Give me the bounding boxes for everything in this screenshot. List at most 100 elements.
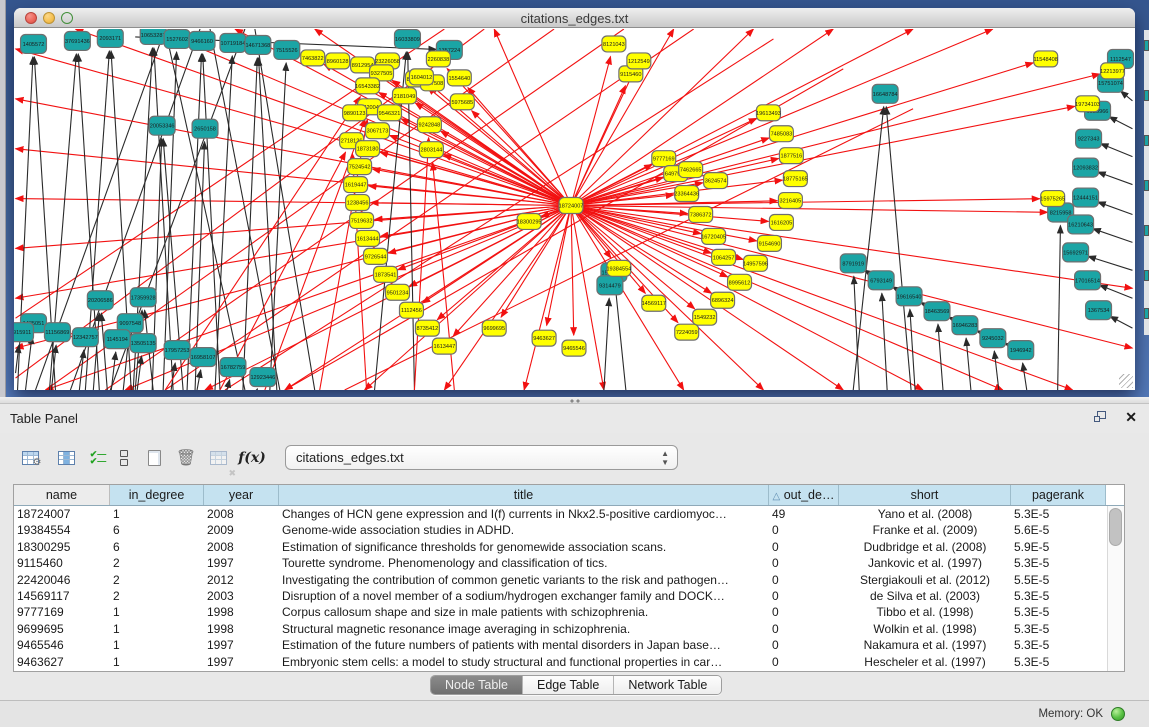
graph-node[interactable]: 12923446 bbox=[250, 368, 276, 387]
column-header-short[interactable]: short bbox=[839, 485, 1011, 505]
graph-node[interactable]: 20053346 bbox=[149, 116, 175, 135]
graph-node[interactable]: 1367534 bbox=[1086, 301, 1112, 320]
column-header-pagerank[interactable]: pagerank bbox=[1011, 485, 1106, 505]
window-titlebar[interactable]: citations_edges.txt bbox=[14, 8, 1135, 28]
window-resize-grip[interactable] bbox=[1119, 374, 1133, 388]
graph-node[interactable]: 2803144 bbox=[419, 142, 443, 158]
tab-network-table[interactable]: Network Table bbox=[614, 676, 721, 694]
table-row[interactable]: 1938455462009Genome-wide association stu… bbox=[14, 522, 1124, 538]
graph-node[interactable]: 14569117 bbox=[642, 295, 666, 311]
graph-node[interactable]: 1873180 bbox=[356, 141, 380, 157]
graph-node[interactable]: 16720405 bbox=[701, 228, 726, 244]
table-row[interactable]: 946554611997Estimation of the future num… bbox=[14, 637, 1124, 653]
graph-node[interactable]: 1112456 bbox=[399, 302, 423, 318]
graph-node[interactable]: 19616540 bbox=[896, 287, 922, 306]
table-row[interactable]: 1830029562008Estimation of significance … bbox=[14, 539, 1124, 555]
graph-node[interactable]: 3067173 bbox=[366, 123, 390, 139]
graph-node[interactable]: 1946942 bbox=[1008, 341, 1034, 360]
graph-node[interactable]: 7519632 bbox=[350, 212, 374, 228]
graph-node[interactable]: 1619447 bbox=[344, 177, 368, 193]
graph-node[interactable]: 2181049 bbox=[393, 88, 417, 104]
graph-node[interactable]: 17359928 bbox=[130, 288, 156, 307]
graph-node[interactable]: 18775165 bbox=[783, 171, 808, 187]
graph-node[interactable]: 7524542 bbox=[348, 159, 372, 175]
graph-node[interactable]: 9726544 bbox=[364, 248, 388, 264]
graph-node[interactable]: 14957596 bbox=[743, 255, 768, 271]
graph-node[interactable]: 7386372 bbox=[689, 207, 713, 223]
graph-node[interactable]: 12342757 bbox=[72, 328, 98, 347]
column-header-year[interactable]: year bbox=[204, 485, 279, 505]
graph-node[interactable]: 9699695 bbox=[482, 320, 506, 336]
graph-node[interactable]: 12444151 bbox=[1073, 188, 1099, 207]
graph-node[interactable]: 37691436 bbox=[64, 31, 90, 50]
graph-node[interactable]: 1554640 bbox=[447, 70, 471, 86]
delete-column-icon[interactable]: 🗑 bbox=[172, 442, 200, 474]
table-row[interactable]: 1456911722003Disruption of a novel membe… bbox=[14, 588, 1124, 604]
graph-node[interactable]: 1604012 bbox=[409, 69, 433, 85]
graph-node[interactable]: 1064257 bbox=[712, 249, 736, 265]
graph-node[interactable]: 7463822 bbox=[301, 50, 325, 66]
graph-node[interactable]: 8735412 bbox=[415, 320, 439, 336]
graph-node[interactable]: 10653287 bbox=[140, 29, 166, 44]
graph-node[interactable]: 1616205 bbox=[769, 214, 793, 230]
table-row[interactable]: 969969511998Structural magnetic resonanc… bbox=[14, 621, 1124, 637]
graph-node[interactable]: 9154690 bbox=[757, 235, 781, 251]
graph-node[interactable]: 23364436 bbox=[674, 186, 699, 202]
graph-node[interactable]: 1238456 bbox=[346, 195, 370, 211]
graph-node[interactable]: 19384554 bbox=[606, 260, 631, 276]
graph-node[interactable]: 11156869 bbox=[44, 323, 70, 342]
graph-node[interactable]: 1613447 bbox=[432, 338, 456, 354]
table-row[interactable]: 2242004622012Investigating the contribut… bbox=[14, 572, 1124, 588]
graph-node[interactable]: 7515526 bbox=[274, 40, 300, 59]
graph-node[interactable]: 2093171 bbox=[97, 29, 123, 47]
tab-node-table[interactable]: Node Table bbox=[431, 676, 523, 694]
graph-node[interactable]: 8995612 bbox=[728, 274, 752, 290]
graph-node[interactable]: 1877516 bbox=[779, 148, 803, 164]
graph-node[interactable]: 8791919 bbox=[840, 254, 866, 273]
table-row[interactable]: 977716911998Corpus callosum shape and si… bbox=[14, 604, 1124, 620]
graph-node[interactable]: 3915911 bbox=[14, 323, 33, 342]
network-select-dropdown[interactable]: citations_edges.txt ▲▼ bbox=[285, 445, 678, 470]
graph-node[interactable]: 9777169 bbox=[652, 151, 676, 167]
graph-node[interactable]: 19613493 bbox=[756, 105, 781, 121]
graph-node[interactable]: 19734103 bbox=[1075, 96, 1100, 112]
graph-node[interactable]: 16543382 bbox=[355, 78, 380, 94]
graph-node[interactable]: 13505135 bbox=[130, 334, 156, 353]
graph-node[interactable]: 17957253 bbox=[164, 341, 190, 360]
graph-node[interactable]: 15975265 bbox=[1040, 191, 1065, 207]
split-pane-divider[interactable] bbox=[0, 397, 1149, 404]
graph-node[interactable]: 1145194 bbox=[104, 330, 130, 349]
graph-node[interactable]: 2650158 bbox=[192, 119, 218, 138]
graph-node[interactable]: 7485083 bbox=[769, 126, 793, 142]
graph-node[interactable]: 9466160 bbox=[189, 31, 215, 50]
graph-node[interactable]: 1527602 bbox=[164, 29, 190, 48]
graph-node[interactable]: 9546321 bbox=[378, 105, 402, 121]
network-view-window[interactable]: citations_edges.txt 18724007140557237691… bbox=[14, 8, 1135, 390]
graph-node[interactable]: 1873541 bbox=[374, 266, 398, 282]
network-canvas[interactable]: 1872400714055723769143620931711065328715… bbox=[14, 29, 1135, 390]
graph-node[interactable]: 18724007 bbox=[559, 198, 584, 214]
network-graph[interactable]: 1872400714055723769143620931711065328715… bbox=[14, 29, 1135, 390]
column-select-icon[interactable] bbox=[52, 442, 80, 474]
close-panel-icon[interactable]: ✕ bbox=[1125, 409, 1137, 426]
graph-node[interactable]: 16033809 bbox=[394, 29, 420, 48]
graph-node[interactable]: 16946283 bbox=[952, 316, 978, 335]
graph-node[interactable]: 1549232 bbox=[693, 309, 717, 325]
graph-node[interactable]: 7224059 bbox=[675, 324, 699, 340]
graph-node[interactable]: 12093832 bbox=[1073, 158, 1099, 177]
graph-node[interactable]: 6896324 bbox=[711, 292, 735, 308]
table-row[interactable]: 946362711997Embryonic stem cells: a mode… bbox=[14, 654, 1124, 670]
graph-node[interactable]: 2260838 bbox=[426, 51, 450, 67]
graph-node[interactable]: 7462665 bbox=[679, 162, 703, 178]
graph-node[interactable]: 10719184 bbox=[220, 33, 246, 52]
graph-node[interactable]: 16782759 bbox=[220, 358, 246, 377]
select-rows-icon[interactable]: ✔—✔— bbox=[84, 442, 112, 474]
graph-node[interactable]: 9242848 bbox=[417, 117, 441, 133]
vertical-scrollbar[interactable] bbox=[1107, 506, 1124, 671]
graph-node[interactable]: 9227343 bbox=[1076, 129, 1102, 148]
table-row[interactable]: 911546021997Tourette syndrome. Phenomeno… bbox=[14, 555, 1124, 571]
graph-node[interactable]: 14671368 bbox=[245, 35, 271, 54]
graph-node[interactable]: 1212549 bbox=[627, 53, 651, 69]
graph-node[interactable]: 3624574 bbox=[704, 173, 728, 189]
column-header-in_degree[interactable]: in_degree bbox=[110, 485, 204, 505]
